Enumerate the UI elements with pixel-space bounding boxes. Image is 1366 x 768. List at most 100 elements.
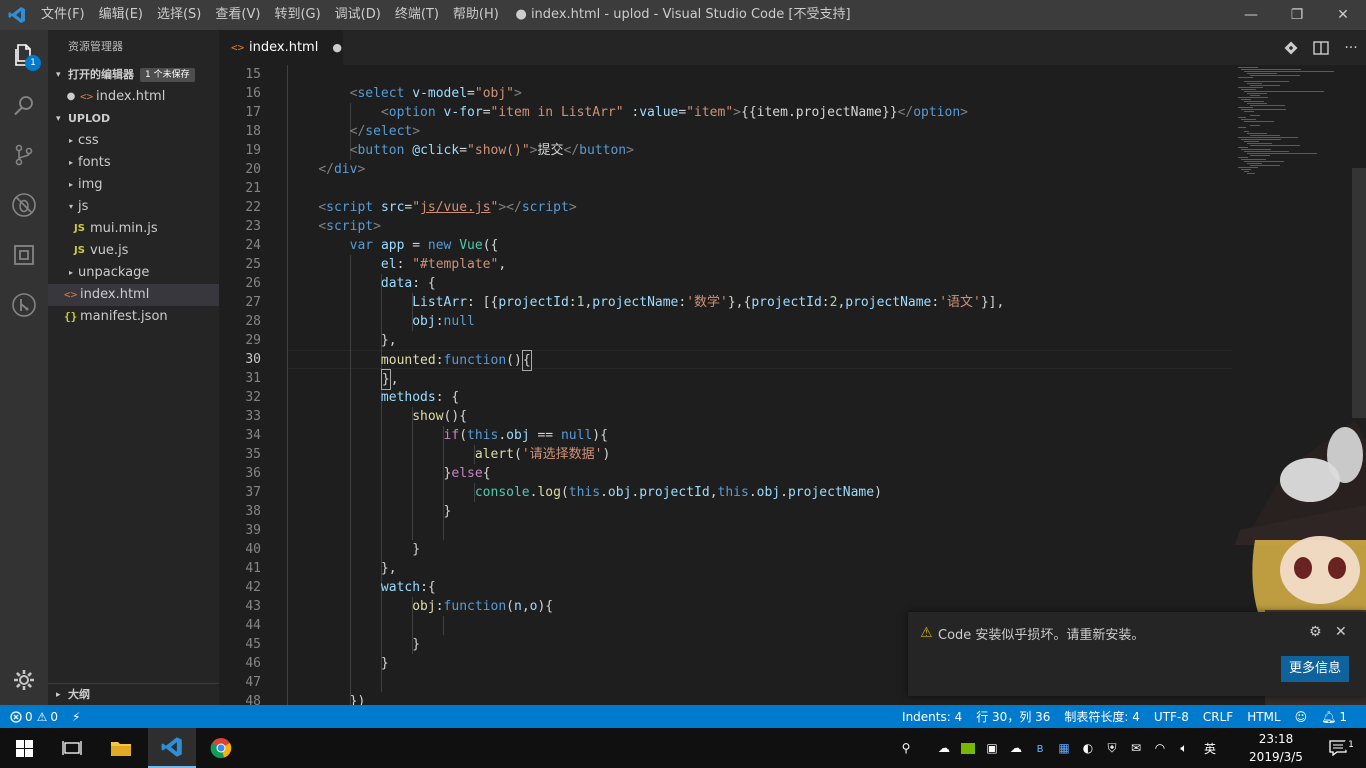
source-control-icon[interactable]: [0, 130, 48, 180]
nvidia-icon[interactable]: [956, 728, 980, 768]
minimap-line: [1241, 159, 1266, 160]
line-number: 24: [245, 238, 261, 253]
vscode-logo-icon[interactable]: [0, 0, 34, 30]
tree-item-js[interactable]: ▾ js: [48, 196, 219, 218]
project-header[interactable]: ▾ UPLOD: [48, 108, 219, 130]
files-icon[interactable]: 1: [0, 30, 48, 80]
menu-debug[interactable]: 调试(D): [328, 0, 388, 30]
task-view-icon[interactable]: [48, 728, 96, 768]
encoding-status[interactable]: UTF-8: [1147, 710, 1196, 724]
minimap-line: [1247, 153, 1317, 154]
status-bar: 0 ⚠ 0 ⚡ Indents: 4 行 30，列 36 制表符长度: 4 UT…: [0, 705, 1366, 728]
open-editors-header[interactable]: ▾ 打开的编辑器 1 个未保存: [48, 64, 219, 86]
vscode-taskbar-icon[interactable]: [148, 728, 196, 768]
minimap-line: [1241, 99, 1251, 100]
split-editor-icon[interactable]: [1306, 30, 1336, 65]
language-status[interactable]: HTML: [1240, 710, 1287, 724]
cloud-tray-icon[interactable]: ☁: [1004, 728, 1028, 768]
file-explorer-icon[interactable]: [97, 728, 145, 768]
more-actions-icon[interactable]: ···: [1336, 30, 1366, 65]
feedback-smiley-icon[interactable]: ☺: [1288, 710, 1315, 724]
problems-status[interactable]: 0 ⚠ 0: [10, 710, 65, 724]
extensions-icon[interactable]: [0, 230, 48, 280]
system-clock[interactable]: 23:18 2019/3/5: [1244, 730, 1308, 766]
people-icon[interactable]: ⚲: [894, 728, 918, 768]
open-changes-icon[interactable]: [1276, 30, 1306, 65]
menu-selection[interactable]: 选择(S): [150, 0, 208, 30]
tab-index-html[interactable]: <> index.html ●: [219, 30, 343, 65]
lightning-icon[interactable]: ⚡: [65, 710, 87, 724]
gear-icon[interactable]: ⚙: [1309, 624, 1322, 640]
dirty-dot-icon[interactable]: ●: [62, 86, 80, 108]
title-bar: ● index.html - uplod - Visual Studio Cod…: [0, 0, 1366, 30]
cursor-position-status[interactable]: 行 30，列 36: [969, 708, 1057, 725]
scroll-thumb[interactable]: [1352, 168, 1366, 418]
bluetooth-icon[interactable]: ʙ: [1028, 728, 1052, 768]
volume-icon[interactable]: 🔈︎: [1172, 728, 1196, 768]
action-center-icon[interactable]: 1: [1318, 728, 1358, 768]
tree-item-fonts[interactable]: ▸ fonts: [48, 152, 219, 174]
minimap-line: [1241, 119, 1256, 120]
wifi-icon[interactable]: ◠: [1148, 728, 1172, 768]
gear-icon[interactable]: [0, 655, 48, 705]
app2-tray-icon[interactable]: ▦: [1052, 728, 1076, 768]
menu-file[interactable]: 文件(F): [34, 0, 92, 30]
clock-time: 23:18: [1258, 732, 1294, 746]
code-line: <script src="js/vue.js"></script>: [318, 200, 577, 215]
more-info-button[interactable]: 更多信息: [1281, 656, 1349, 682]
line-number: 20: [245, 162, 261, 177]
html-file-icon: <>: [64, 288, 78, 301]
remote-icon[interactable]: [0, 280, 48, 330]
line-number: 22: [245, 200, 261, 215]
menu-view[interactable]: 查看(V): [208, 0, 267, 30]
onedrive-icon[interactable]: ☁: [932, 728, 956, 768]
code-editor[interactable]: 15 16 17 18 19 20 21 22 23 24 25 26 27 28 29 30 31 32 33 34…: [219, 65, 1366, 705]
unsaved-dot-icon[interactable]: ●: [332, 41, 342, 54]
open-editor-item[interactable]: ● <> index.html: [48, 86, 219, 108]
close-icon[interactable]: ✕: [1335, 624, 1347, 640]
menu-terminal[interactable]: 终端(T): [388, 0, 446, 30]
tree-item-mui-min-js[interactable]: JS mui.min.js: [48, 218, 219, 240]
error-icon: [10, 710, 22, 723]
app3-tray-icon[interactable]: ◐: [1076, 728, 1100, 768]
code-area[interactable]: <select v-model="obj"> <option v-for="it…: [287, 65, 1232, 705]
indent-status[interactable]: Indents: 4: [895, 710, 969, 724]
code-line: }: [380, 656, 389, 671]
notifications-status[interactable]: 🔔︎ 1: [1314, 710, 1354, 724]
maximize-button[interactable]: ❐: [1274, 0, 1320, 30]
chrome-icon[interactable]: [197, 728, 245, 768]
tree-item-img[interactable]: ▸ img: [48, 174, 219, 196]
close-window-button[interactable]: ✕: [1320, 0, 1366, 30]
menu-help[interactable]: 帮助(H): [446, 0, 506, 30]
tree-item-label: index.html: [80, 287, 150, 302]
menu-edit[interactable]: 编辑(E): [92, 0, 150, 30]
tree-item-vue-js[interactable]: JS vue.js: [48, 240, 219, 262]
chevron-down-icon: ▾: [68, 202, 73, 211]
menu-go[interactable]: 转到(G): [267, 0, 327, 30]
minimap-line: [1244, 81, 1289, 82]
tab-size-status[interactable]: 制表符长度: 4: [1057, 708, 1147, 725]
app4-tray-icon[interactable]: ✉: [1124, 728, 1148, 768]
chevron-right-icon: ▸: [68, 136, 73, 145]
security-icon[interactable]: ⛨: [1100, 728, 1124, 768]
outline-header[interactable]: ▸ 大纲: [48, 683, 219, 705]
tree-item-css[interactable]: ▸ css: [48, 130, 219, 152]
windows-start-icon[interactable]: [0, 728, 48, 768]
debug-icon[interactable]: [0, 180, 48, 230]
line-number: 39: [245, 523, 261, 538]
explorer-sidebar: 资源管理器 ▾ 打开的编辑器 1 个未保存 ● <> index.html ▾ …: [48, 30, 219, 705]
ime-indicator[interactable]: 英: [1196, 728, 1224, 768]
unsaved-badge: 1 个未保存: [140, 68, 195, 82]
tree-item-unpackage[interactable]: ▸ unpackage: [48, 262, 219, 284]
line-number: 46: [245, 656, 261, 671]
minimize-button[interactable]: —: [1228, 0, 1274, 30]
tree-item-manifest-json[interactable]: {} manifest.json: [48, 306, 219, 328]
line-number: 25: [245, 257, 261, 272]
tree-item-index-html[interactable]: <> index.html: [48, 284, 219, 306]
app-tray-icon[interactable]: ▣: [980, 728, 1004, 768]
tree-item-label: mui.min.js: [90, 221, 158, 236]
outline-label: 大纲: [68, 687, 90, 701]
eol-status[interactable]: CRLF: [1196, 710, 1240, 724]
minimap-line: [1241, 139, 1281, 140]
search-icon[interactable]: [0, 80, 48, 130]
